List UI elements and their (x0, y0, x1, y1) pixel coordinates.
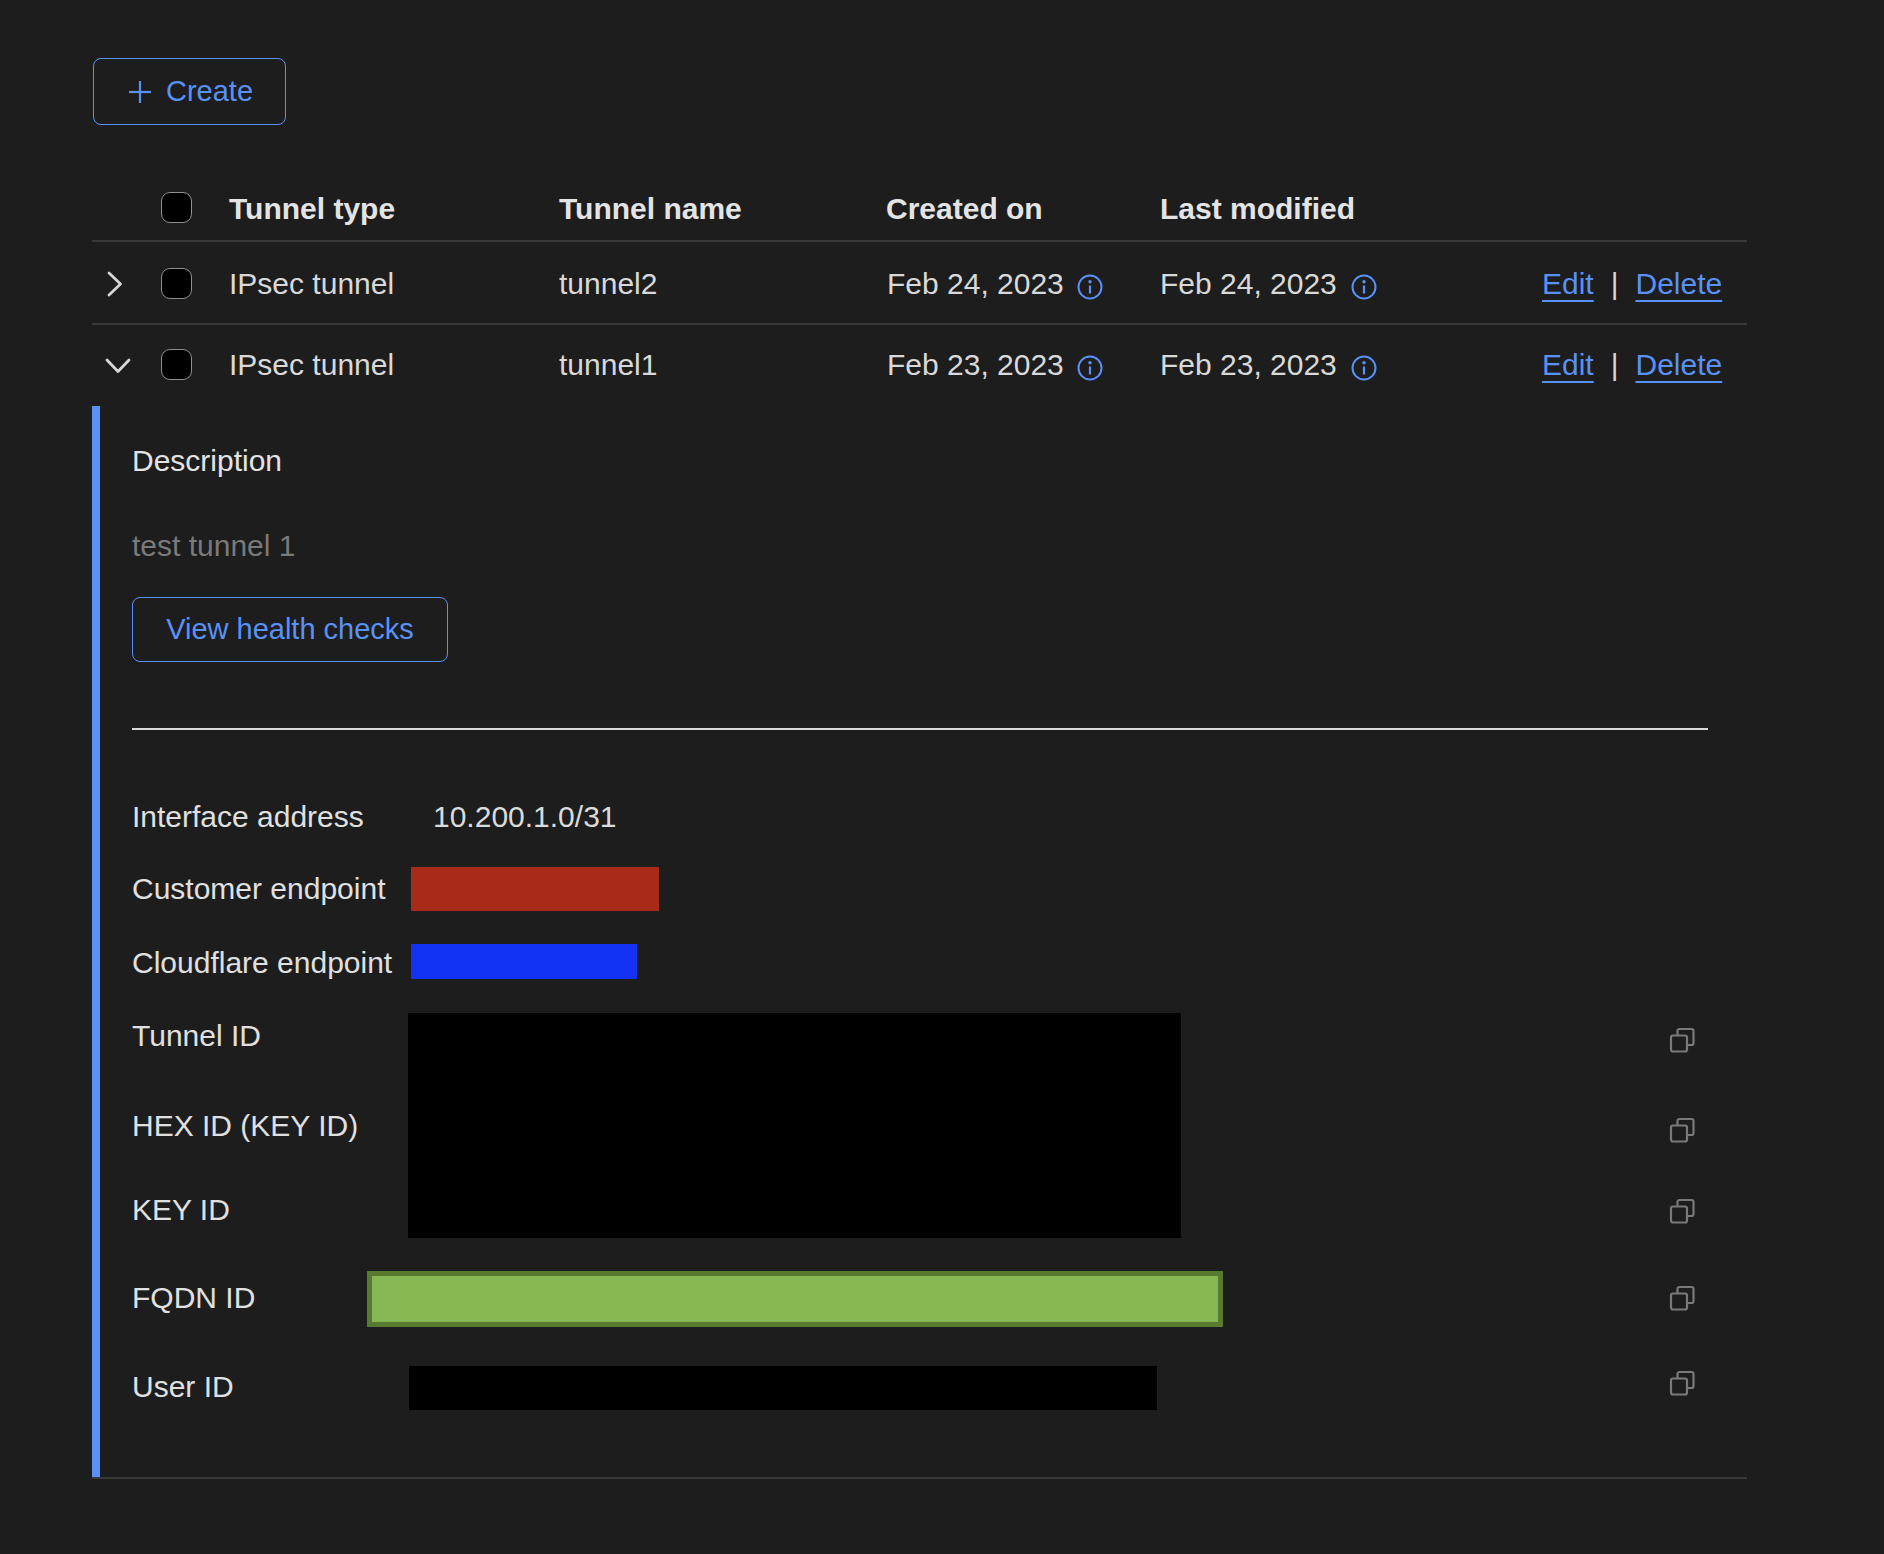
field-label-user-id: User ID (132, 1368, 234, 1406)
info-icon[interactable] (1351, 355, 1377, 381)
chevron-right-icon[interactable] (106, 270, 124, 298)
delete-link-tunnel1[interactable]: Delete (1636, 346, 1723, 384)
user-id-redaction (409, 1366, 1157, 1410)
field-label-fqdn-id: FQDN ID (132, 1279, 255, 1317)
field-label-cloudflare-endpoint: Cloudflare endpoint (132, 944, 392, 982)
create-button-label: Create (166, 75, 253, 108)
info-icon[interactable] (1077, 274, 1103, 300)
cloudflare-endpoint-redaction (411, 944, 637, 979)
copy-icon-hex-id[interactable] (1669, 1117, 1696, 1144)
row-divider (92, 323, 1747, 325)
info-icon[interactable] (1077, 355, 1103, 381)
cell-tunnel-name: tunnel1 (559, 346, 657, 384)
field-value-interface-address: 10.200.1.0/31 (433, 798, 617, 836)
edit-link-tunnel2[interactable]: Edit (1542, 265, 1594, 303)
cell-created-on: Feb 24, 2023 (887, 265, 1064, 303)
field-label-customer-endpoint: Customer endpoint (132, 870, 385, 908)
description-value: test tunnel 1 (132, 527, 295, 565)
plus-icon (126, 78, 154, 106)
col-header-last-modified: Last modified (1160, 190, 1355, 228)
cell-tunnel-type: IPsec tunnel (229, 346, 394, 384)
col-header-tunnel-name: Tunnel name (559, 190, 742, 228)
copy-icon-fqdn-id[interactable] (1669, 1285, 1696, 1312)
customer-endpoint-redaction (411, 867, 659, 911)
field-label-key-id: KEY ID (132, 1191, 230, 1229)
table-bottom-divider (92, 1477, 1747, 1479)
row-checkbox-tunnel2[interactable] (161, 268, 192, 299)
fqdn-id-redaction (367, 1271, 1223, 1327)
row-checkbox-tunnel1[interactable] (161, 349, 192, 380)
edit-link-tunnel1[interactable]: Edit (1542, 346, 1594, 384)
col-header-created-on: Created on (886, 190, 1043, 228)
section-divider (132, 728, 1708, 730)
action-separator: | (1611, 346, 1619, 384)
header-divider (92, 240, 1747, 242)
col-header-tunnel-type: Tunnel type (229, 190, 395, 228)
field-label-hex-id: HEX ID (KEY ID) (132, 1107, 358, 1145)
expanded-row-accent-bar (92, 406, 100, 1478)
field-label-interface-address: Interface address (132, 798, 364, 836)
cell-last-modified: Feb 24, 2023 (1160, 265, 1337, 303)
copy-icon-tunnel-id[interactable] (1669, 1027, 1696, 1054)
cell-tunnel-type: IPsec tunnel (229, 265, 394, 303)
chevron-down-icon[interactable] (104, 357, 132, 375)
delete-link-tunnel2[interactable]: Delete (1636, 265, 1723, 303)
cell-last-modified: Feb 23, 2023 (1160, 346, 1337, 384)
select-all-checkbox[interactable] (161, 192, 192, 223)
copy-icon-key-id[interactable] (1669, 1198, 1696, 1225)
create-button[interactable]: Create (93, 58, 286, 125)
cell-created-on: Feb 23, 2023 (887, 346, 1064, 384)
copy-icon-user-id[interactable] (1669, 1370, 1696, 1397)
cell-tunnel-name: tunnel2 (559, 265, 657, 303)
field-label-tunnel-id: Tunnel ID (132, 1017, 261, 1055)
info-icon[interactable] (1351, 274, 1377, 300)
action-separator: | (1611, 265, 1619, 303)
description-label: Description (132, 442, 282, 480)
tunnel-id-redaction (408, 1013, 1181, 1238)
view-health-checks-button[interactable]: View health checks (132, 597, 448, 662)
